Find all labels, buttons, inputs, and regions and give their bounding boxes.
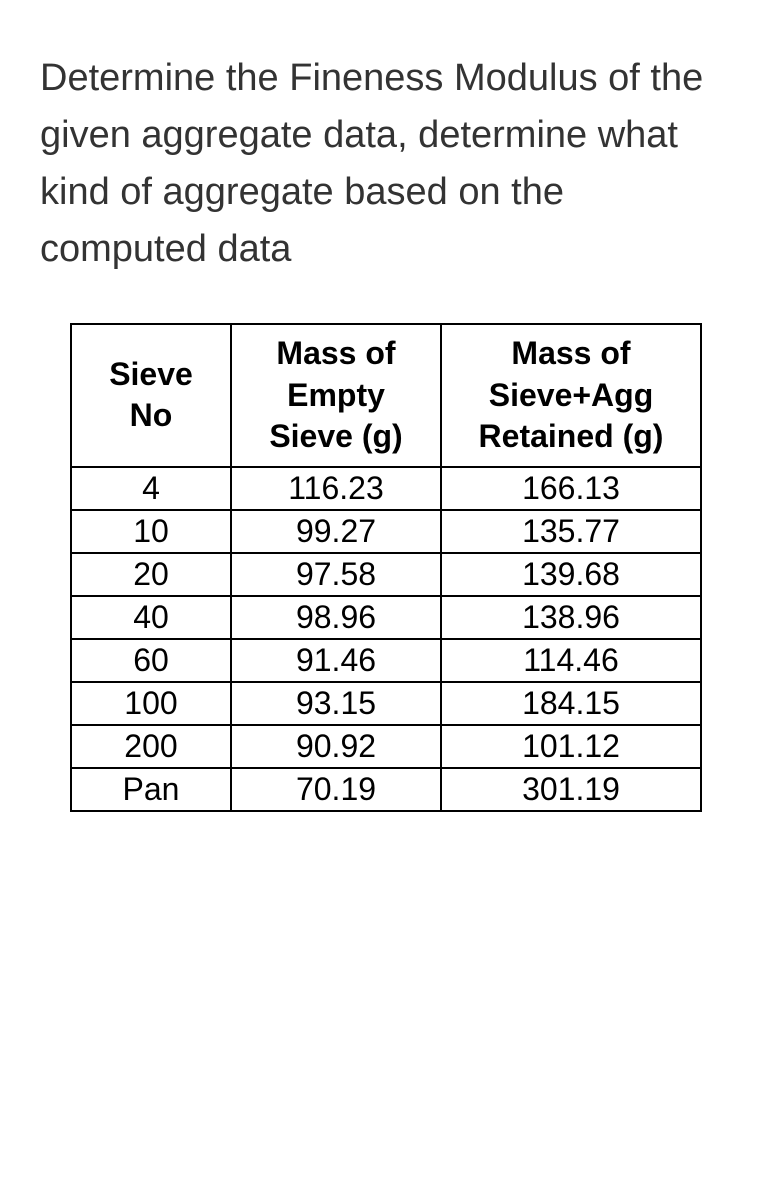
cell-empty: 70.19 — [231, 768, 441, 811]
cell-retained: 166.13 — [441, 467, 701, 510]
cell-retained: 184.15 — [441, 682, 701, 725]
table-header-row: Sieve No Mass of Empty Sieve (g) Mass of… — [71, 324, 701, 467]
question-text: Determine the Fineness Modulus of the gi… — [40, 50, 732, 278]
cell-retained: 139.68 — [441, 553, 701, 596]
cell-sieve: 40 — [71, 596, 231, 639]
cell-empty: 90.92 — [231, 725, 441, 768]
cell-sieve: 100 — [71, 682, 231, 725]
table-row: 200 90.92 101.12 — [71, 725, 701, 768]
table-row: Pan 70.19 301.19 — [71, 768, 701, 811]
col-header-retained: Mass of Sieve+Agg Retained (g) — [441, 324, 701, 467]
cell-empty: 99.27 — [231, 510, 441, 553]
table-row: 100 93.15 184.15 — [71, 682, 701, 725]
cell-empty: 116.23 — [231, 467, 441, 510]
cell-sieve: 60 — [71, 639, 231, 682]
table-row: 20 97.58 139.68 — [71, 553, 701, 596]
cell-retained: 301.19 — [441, 768, 701, 811]
table-row: 40 98.96 138.96 — [71, 596, 701, 639]
cell-retained: 114.46 — [441, 639, 701, 682]
cell-retained: 101.12 — [441, 725, 701, 768]
cell-sieve: 200 — [71, 725, 231, 768]
col-header-sieve: Sieve No — [71, 324, 231, 467]
cell-empty: 91.46 — [231, 639, 441, 682]
cell-sieve: 10 — [71, 510, 231, 553]
cell-empty: 93.15 — [231, 682, 441, 725]
col-header-empty: Mass of Empty Sieve (g) — [231, 324, 441, 467]
table-row: 4 116.23 166.13 — [71, 467, 701, 510]
cell-retained: 135.77 — [441, 510, 701, 553]
table-row: 60 91.46 114.46 — [71, 639, 701, 682]
cell-empty: 97.58 — [231, 553, 441, 596]
cell-retained: 138.96 — [441, 596, 701, 639]
sieve-data-table: Sieve No Mass of Empty Sieve (g) Mass of… — [70, 323, 702, 812]
cell-sieve: 20 — [71, 553, 231, 596]
cell-empty: 98.96 — [231, 596, 441, 639]
table-row: 10 99.27 135.77 — [71, 510, 701, 553]
cell-sieve: Pan — [71, 768, 231, 811]
cell-sieve: 4 — [71, 467, 231, 510]
